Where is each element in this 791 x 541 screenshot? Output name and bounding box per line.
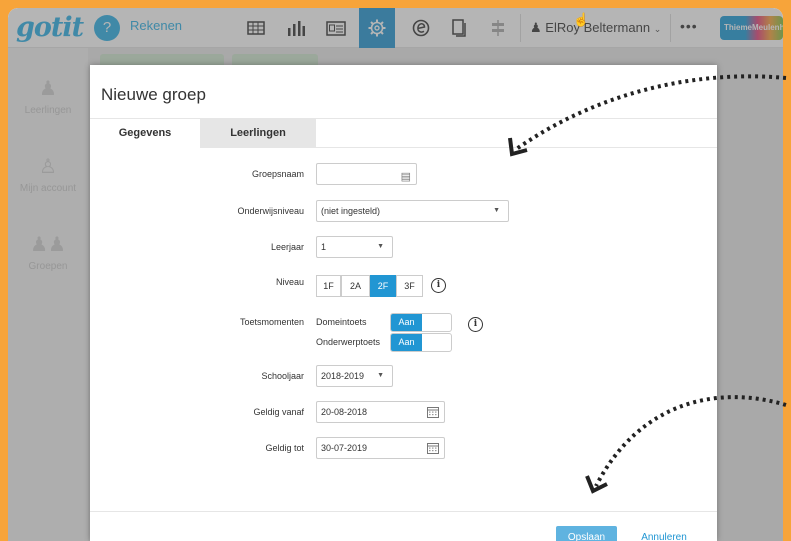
niveau-option-3f[interactable]: 3F bbox=[396, 275, 423, 297]
domeintoets-toggle[interactable]: Aan bbox=[390, 313, 452, 332]
schooljaar-select[interactable]: 2018-2019 ▼ bbox=[316, 365, 393, 387]
divider bbox=[90, 511, 717, 512]
onderwijsniveau-label: Onderwijsniveau bbox=[237, 206, 304, 216]
groepsnaam-input[interactable]: ▤ bbox=[316, 163, 417, 185]
hand-cursor-icon: ☝ bbox=[573, 12, 590, 27]
geldig-vanaf-value: 20-08-2018 bbox=[321, 407, 368, 417]
geldig-tot-value: 30-07-2019 bbox=[321, 443, 368, 453]
niveau-option-1f[interactable]: 1F bbox=[316, 275, 341, 297]
cancel-button[interactable]: Annuleren bbox=[634, 526, 694, 541]
leerjaar-select[interactable]: 1 ▼ bbox=[316, 236, 393, 258]
toggle-on-label: Aan bbox=[391, 314, 422, 331]
tab-gegevens[interactable]: Gegevens bbox=[90, 119, 200, 148]
save-button[interactable]: Opslaan bbox=[556, 526, 617, 541]
schooljaar-value: 2018-2019 bbox=[321, 371, 365, 381]
onderwerptoets-toggle[interactable]: Aan bbox=[390, 333, 452, 352]
niveau-option-2f[interactable]: 2F bbox=[370, 275, 396, 297]
calendar-icon[interactable] bbox=[427, 441, 439, 461]
niveau-option-2a[interactable]: 2A bbox=[341, 275, 370, 297]
niveau-label: Niveau bbox=[275, 277, 304, 287]
caret-down-icon: ▼ bbox=[493, 207, 500, 214]
caret-down-icon: ▼ bbox=[377, 243, 384, 250]
toggle-on-label: Aan bbox=[391, 334, 422, 351]
geldig-tot-date-input[interactable]: 30-07-2019 bbox=[316, 437, 445, 459]
schooljaar-label: Schooljaar bbox=[261, 371, 304, 381]
geldig-tot-label: Geldig tot bbox=[265, 443, 304, 453]
domeintoets-label: Domeintoets bbox=[316, 317, 367, 327]
onderwerptoets-label: Onderwerptoets bbox=[316, 337, 381, 347]
caret-down-icon: ▼ bbox=[377, 372, 384, 379]
geldig-vanaf-label: Geldig vanaf bbox=[253, 407, 304, 417]
leerjaar-label: Leerjaar bbox=[270, 242, 304, 252]
calendar-icon[interactable] bbox=[427, 405, 439, 425]
onderwijsniveau-select[interactable]: (niet ingesteld) ▼ bbox=[316, 200, 509, 222]
app-window: gotit ? Rekenen ♟ ElRoy Beltermann ⌄ •••… bbox=[8, 8, 783, 541]
leerjaar-value: 1 bbox=[321, 242, 327, 252]
id-card-icon: ▤ bbox=[400, 171, 411, 183]
dialog-title: Nieuwe groep bbox=[101, 85, 206, 104]
tab-leerlingen[interactable]: Leerlingen bbox=[200, 119, 316, 148]
info-icon[interactable]: i bbox=[468, 317, 483, 332]
groepsnaam-label: Groepsnaam bbox=[251, 169, 304, 179]
divider bbox=[316, 147, 717, 148]
onderwijsniveau-value: (niet ingesteld) bbox=[321, 206, 381, 216]
toetsmomenten-label: Toetsmomenten bbox=[239, 317, 304, 327]
info-icon[interactable]: i bbox=[431, 278, 446, 293]
geldig-vanaf-date-input[interactable]: 20-08-2018 bbox=[316, 401, 445, 423]
new-group-dialog: Nieuwe groep Gegevens Leerlingen Groepsn… bbox=[90, 65, 717, 541]
